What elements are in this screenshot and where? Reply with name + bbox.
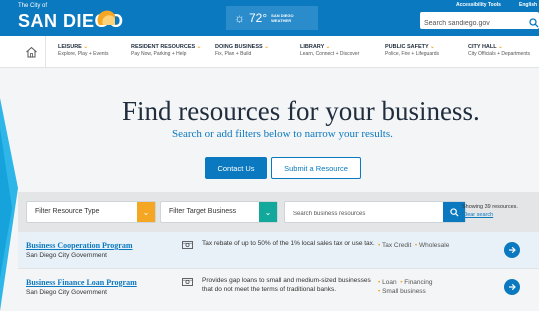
nav-subtitle: Learn, Connect + Discover (300, 51, 360, 57)
language-link[interactable]: English (519, 2, 537, 8)
tag-bullet-icon: • (414, 242, 418, 249)
result-row: Business Cooperation Program San Diego C… (18, 232, 539, 268)
tag-bullet-icon: • (378, 242, 381, 249)
target-business-label: Filter Target Business (169, 208, 237, 215)
money-icon (182, 278, 193, 286)
filter-bar: Filter Resource Type ⌄ Filter Target Bus… (18, 192, 539, 232)
result-tag: Small business (382, 288, 426, 296)
nav-title: LEISURE (58, 44, 82, 50)
nav-subtitle: Police, Fire + Lifeguards (385, 51, 440, 57)
chevron-down-icon: ⌄ (325, 44, 331, 50)
chevron-down-icon: ⌄ (137, 202, 155, 222)
home-icon (26, 46, 37, 58)
nav-item-leisure[interactable]: LEISURE ⌄ Explore, Play + Events (58, 44, 108, 57)
site-search (420, 12, 539, 32)
weather-label: SAN DIEGO WEATHER (271, 13, 293, 23)
nav-subtitle: City Officials + Departments (468, 51, 531, 57)
resource-type-select[interactable]: Filter Resource Type ⌄ (26, 201, 156, 223)
tag-bullet-icon: • (400, 279, 403, 286)
search-icon (449, 207, 459, 217)
weather-temp: 72° (249, 11, 268, 25)
nav-item-city-hall[interactable]: CITY HALL ⌄ City Officials + Departments (468, 44, 530, 57)
resource-search-input[interactable] (285, 204, 435, 224)
result-count: Showing 39 resources. (462, 204, 518, 210)
sun-icon: ☼ (234, 11, 245, 25)
result-title-link[interactable]: Business Cooperation Program (26, 241, 133, 250)
logo-small-text: The City of (18, 3, 48, 9)
result-tag: Tax Credit (381, 242, 412, 249)
weather-label-line2: WEATHER (271, 18, 292, 23)
nav-item-public-safety[interactable]: PUBLIC SAFETY ⌄ Police, Fire + Lifeguard… (385, 44, 439, 57)
result-open-button[interactable] (504, 242, 520, 258)
result-tag: Wholesale (418, 242, 450, 249)
resource-search (284, 201, 466, 224)
nav-subtitle: Fix, Plan + Build (215, 51, 252, 57)
nav-item-doing-business[interactable]: DOING BUSINESS ⌄ Fix, Plan + Build (215, 44, 269, 57)
result-tags: • Tax Credit • Wholesale (378, 241, 449, 250)
result-title-link[interactable]: Business Finance Loan Program (26, 278, 137, 287)
result-tag: Financing (404, 279, 433, 286)
result-open-button[interactable] (504, 279, 520, 295)
chevron-down-icon: ⌄ (196, 44, 202, 50)
arrow-right-icon (509, 283, 516, 291)
weather-widget[interactable]: ☼ 72° SAN DIEGO WEATHER (226, 6, 318, 30)
page-title: Find resources for your business. (122, 96, 480, 126)
result-tags: • Loan • Financing • Small business (378, 278, 432, 297)
target-business-select[interactable]: Filter Target Business ⌄ (160, 201, 278, 223)
site-search-input[interactable] (420, 15, 520, 32)
site-header: The City of SAN DIEGO ☼ 72° SAN DIEGO WE… (0, 0, 539, 36)
nav-subtitle: Explore, Play + Events (58, 51, 109, 57)
result-description: Tax rebate of up to 50% of the 1% local … (202, 240, 375, 247)
contact-us-button[interactable]: Contact Us (205, 157, 267, 179)
chevron-down-icon: ⌄ (83, 44, 88, 50)
nav-title: RESIDENT RESOURCES (131, 44, 196, 50)
nav-title: PUBLIC SAFETY (385, 44, 429, 50)
chevron-down-icon: ⌄ (264, 44, 269, 50)
resource-type-label: Filter Resource Type (35, 208, 100, 215)
result-org: San Diego City Government (26, 252, 107, 259)
home-button[interactable] (18, 36, 46, 68)
result-description: Provides gap loans to small and medium-s… (202, 277, 371, 293)
page: The City of SAN DIEGO ☼ 72° SAN DIEGO WE… (0, 0, 539, 311)
result-org: San Diego City Government (26, 289, 107, 296)
tag-bullet-icon: • (378, 288, 381, 296)
submit-resource-button[interactable]: Submit a Resource (271, 157, 361, 179)
nav-title: DOING BUSINESS (215, 44, 263, 50)
tag-bullet-icon: • (378, 279, 381, 286)
nav-subtitle: Pay Now, Parking + Help (131, 51, 187, 57)
chevron-down-icon: ⌄ (259, 202, 277, 222)
result-row: Business Finance Loan Program San Diego … (18, 268, 539, 311)
page-subtitle: Search or add filters below to narrow yo… (172, 128, 393, 140)
nav-title: CITY HALL (468, 44, 497, 50)
nav-item-library[interactable]: LIBRARY ⌄ Learn, Connect + Discover (300, 44, 359, 57)
money-icon (182, 241, 193, 249)
chevron-down-icon: ⌄ (498, 44, 503, 50)
main-nav: LEISURE ⌄ Explore, Play + Events RESIDEN… (0, 36, 539, 68)
nav-title: LIBRARY (300, 44, 325, 50)
accessibility-tools-link[interactable]: Accessibility Tools (456, 2, 501, 8)
result-tag: Loan (382, 279, 397, 286)
arrow-right-icon (509, 246, 516, 254)
logo-sun-icon (97, 7, 117, 27)
clear-search-link[interactable]: Clear search (462, 212, 493, 218)
nav-item-resident-resources[interactable]: RESIDENT RESOURCES ⌄ Pay Now, Parking + … (131, 44, 201, 57)
search-icon[interactable] (529, 15, 539, 28)
chevron-down-icon: ⌄ (430, 44, 435, 50)
